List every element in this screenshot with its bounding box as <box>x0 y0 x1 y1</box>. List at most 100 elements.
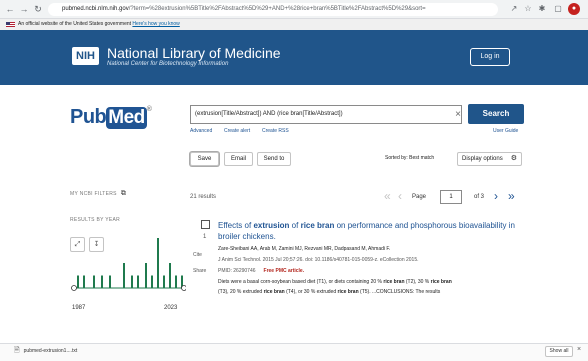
sort-selector[interactable]: Sorted by: Best match <box>385 155 434 161</box>
result-checkbox[interactable] <box>201 220 210 229</box>
logo-pub: Pub <box>70 106 107 128</box>
pubmed-logo[interactable]: Pub Med ® <box>70 106 152 129</box>
my-ncbi-filters[interactable]: MY NCBI FILTERS ⧉ <box>70 190 126 198</box>
cite-button[interactable]: Cite <box>193 252 202 258</box>
timeline-bar[interactable] <box>83 275 85 289</box>
forward-icon[interactable]: → <box>18 3 30 15</box>
close-icon[interactable]: × <box>577 346 581 353</box>
first-page-icon[interactable]: « <box>384 189 391 203</box>
timeline-bar[interactable] <box>175 275 177 289</box>
nih-logo[interactable]: NIH <box>72 47 99 65</box>
snippet-text: Diets were a basal corn-soybean based di… <box>218 279 384 285</box>
snippet-highlight: rice bran <box>337 289 359 295</box>
download-filename: pubmed-extrusion1....txt <box>23 348 78 354</box>
search-button[interactable]: Search <box>468 104 524 124</box>
sidepanel-icon[interactable]: ▢ <box>552 3 564 15</box>
result-citation: J Anim Sci Technol. 2015 Jul 20;57:26. d… <box>218 257 419 263</box>
search-input[interactable]: (extrusion[Title/Abstract]) AND (rice br… <box>190 105 462 124</box>
prev-page-icon[interactable]: ‹ <box>398 189 402 203</box>
timeline-bar[interactable] <box>145 263 147 288</box>
timeline-bar[interactable] <box>101 275 103 289</box>
timeline-bar[interactable] <box>163 275 165 289</box>
extensions-icon[interactable]: ✱ <box>536 3 548 15</box>
url-host: pubmed.ncbi.nlm.nih.gov <box>62 6 129 12</box>
display-options-label: Display options <box>462 156 503 162</box>
page-input[interactable]: 1 <box>440 190 462 204</box>
page-label: Page <box>412 194 427 200</box>
snippet-text: (T2), 30 % <box>404 279 431 285</box>
login-button[interactable]: Log in <box>470 48 510 66</box>
timeline-bar[interactable] <box>137 275 139 289</box>
result-snippet-line: Diets were a basal corn-soybean based di… <box>218 279 452 285</box>
share-icon[interactable]: ↗ <box>508 3 520 15</box>
next-page-icon[interactable]: › <box>494 189 498 203</box>
send-to-button[interactable]: Send to <box>257 152 291 166</box>
title-part: of <box>289 221 301 230</box>
external-link-icon: ⧉ <box>120 190 127 197</box>
logo-registered: ® <box>146 106 152 113</box>
result-number: 1 <box>203 234 207 240</box>
range-end-handle[interactable] <box>181 285 187 291</box>
heres-how-link[interactable]: Here's how you know <box>132 21 179 27</box>
back-icon[interactable]: ← <box>4 3 16 15</box>
last-page-icon[interactable]: » <box>508 189 515 203</box>
snippet-highlight: rice bran <box>383 279 405 285</box>
save-button[interactable]: Save <box>190 152 219 166</box>
gov-banner: An official website of the United States… <box>0 19 588 30</box>
profile-avatar[interactable]: ● <box>568 3 580 15</box>
timeline-bar[interactable] <box>169 263 171 288</box>
create-alert-link[interactable]: Create alert <box>224 128 250 134</box>
user-guide-link[interactable]: User Guide <box>493 128 518 134</box>
year-end: 2023 <box>164 305 178 311</box>
create-rss-link[interactable]: Create RSS <box>262 128 289 134</box>
snippet-text: (T4), or 30 % extruded <box>284 289 338 295</box>
timeline-bar[interactable] <box>93 275 95 289</box>
bookmark-star-icon[interactable]: ☆ <box>522 3 534 15</box>
email-button[interactable]: Email <box>224 152 253 166</box>
title-part: Effects of <box>218 221 254 230</box>
logo-med: Med <box>106 107 147 129</box>
pmid-text: PMID: 26290746 <box>218 268 256 274</box>
download-bar <box>0 343 588 361</box>
timeline-bar[interactable] <box>157 238 159 288</box>
result-pmid: PMID: 26290746 Free PMC article. <box>218 268 304 274</box>
page-of-count: of 3 <box>474 194 485 200</box>
url-path: /?term=%28extrusion%5BTitle%2FAbstract%5… <box>128 6 426 12</box>
results-timeline-chart[interactable] <box>66 228 186 292</box>
show-all-button[interactable]: Show all <box>545 346 573 357</box>
range-start-handle[interactable] <box>71 285 77 291</box>
download-item[interactable]: 🗎 pubmed-extrusion1....txt <box>14 346 77 357</box>
results-by-year-label: RESULTS BY YEAR <box>70 217 121 223</box>
nlm-title[interactable]: National Library of Medicine <box>107 45 281 61</box>
year-start: 1987 <box>72 305 86 311</box>
my-filters-label: MY NCBI FILTERS <box>70 191 117 197</box>
clear-search-icon[interactable]: × <box>452 106 464 123</box>
file-icon: 🗎 <box>14 347 20 354</box>
title-highlight: rice bran <box>300 221 335 230</box>
timeline-bar[interactable] <box>123 263 125 288</box>
free-pmc-badge: Free PMC article. <box>263 268 305 274</box>
nlm-subtitle: National Center for Biotechnology Inform… <box>107 61 229 67</box>
timeline-bar[interactable] <box>109 275 111 289</box>
snippet-text: (T3), 20 % extruded <box>218 289 264 295</box>
browser-toolbar: ← → ↻ pubmed.ncbi.nlm.nih.gov/?term=%28e… <box>0 0 588 19</box>
gov-banner-text: An official website of the United States… <box>18 21 132 27</box>
display-options-button[interactable]: Display options ⚙ <box>457 152 522 166</box>
advanced-link[interactable]: Advanced <box>190 128 212 134</box>
result-title-link[interactable]: Effects of extrusion of rice bran on per… <box>218 220 518 242</box>
timeline-bar[interactable] <box>77 275 79 289</box>
gear-icon: ⚙ <box>510 155 517 162</box>
title-highlight: extrusion <box>253 221 290 230</box>
share-button[interactable]: Share <box>193 268 206 274</box>
snippet-highlight: rice bran <box>430 279 452 285</box>
us-flag-icon <box>6 22 15 27</box>
result-authors: Zare-Sheibani AA, Arab M, Zamini MJ, Rez… <box>218 246 391 252</box>
result-snippet-line: (T3), 20 % extruded rice bran (T4), or 3… <box>218 289 440 295</box>
timeline-bar[interactable] <box>131 275 133 289</box>
reload-icon[interactable]: ↻ <box>32 3 44 15</box>
snippet-highlight: rice bran <box>263 289 285 295</box>
results-count: 21 results <box>190 194 217 200</box>
timeline-bar[interactable] <box>151 275 153 289</box>
snippet-text: (T5). ...CONCLUSIONS: The results <box>358 289 441 295</box>
address-bar[interactable]: pubmed.ncbi.nlm.nih.gov/?term=%28extrusi… <box>48 3 498 16</box>
